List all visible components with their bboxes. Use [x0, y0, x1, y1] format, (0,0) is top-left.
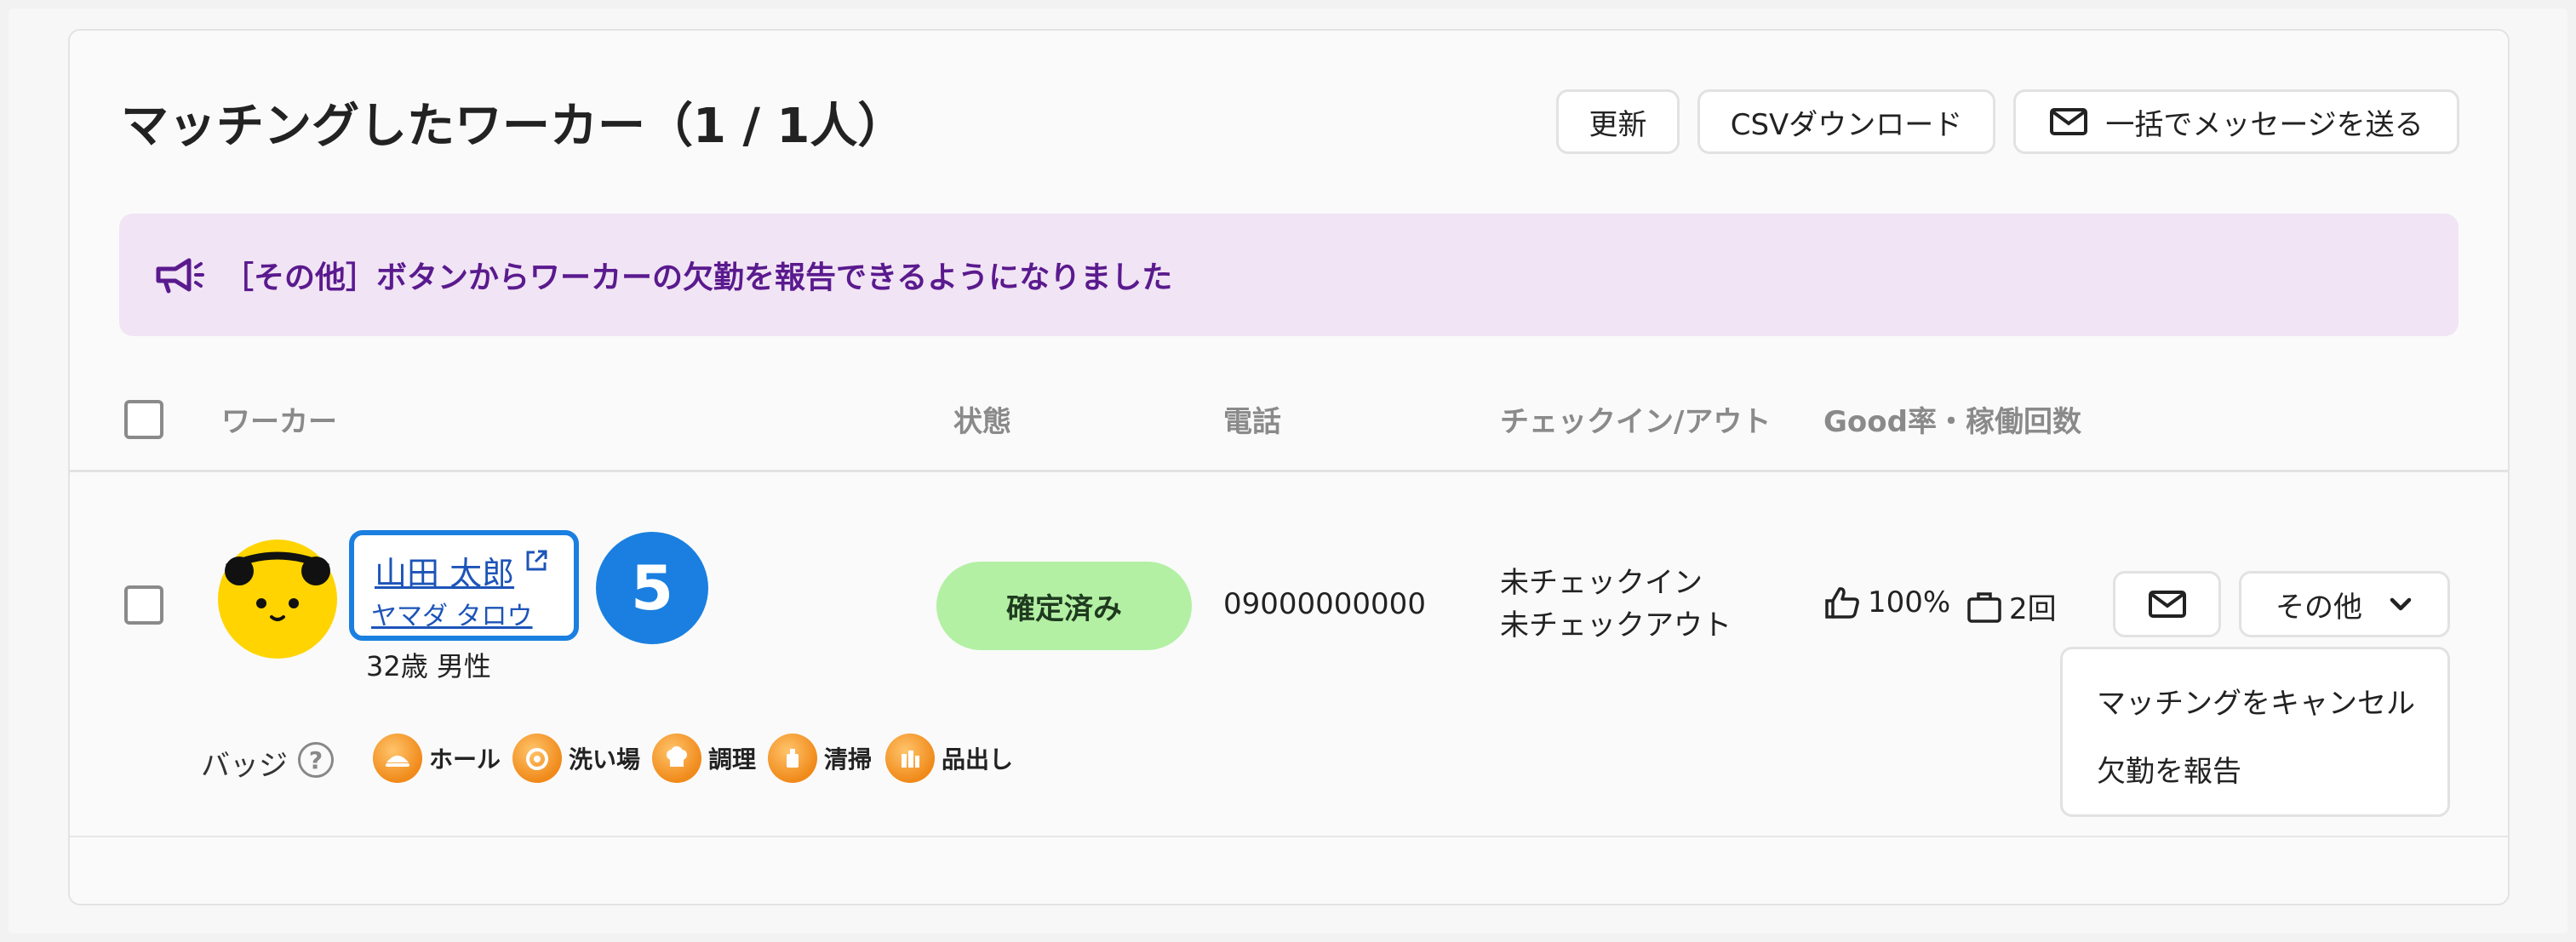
- thumbs-up-icon: [1825, 587, 1859, 619]
- badge-dishwashing: 洗い場: [512, 734, 640, 783]
- mail-icon: [2050, 108, 2088, 135]
- badge-name: 清掃: [824, 745, 873, 774]
- chevron-down-icon: [2390, 597, 2412, 611]
- worker-age-sex: 32歳 男性: [366, 650, 491, 682]
- column-header-phone: 電話: [1223, 405, 1281, 439]
- refresh-button-label: 更新: [1589, 107, 1647, 142]
- other-menu-button[interactable]: その他: [2239, 571, 2450, 637]
- worker-phone: 09000000000: [1223, 587, 1426, 621]
- bulk-message-label: 一括でメッセージを送る: [2105, 107, 2424, 142]
- checkin-status: 未チェックイン: [1500, 566, 1703, 600]
- badge-hall: ホール: [373, 734, 501, 783]
- stocking-icon: [885, 734, 935, 783]
- banner-text: ［その他］ボタンからワーカーの欠勤を報告できるようになりました: [223, 260, 1173, 295]
- other-menu-label: その他: [2275, 590, 2362, 625]
- column-header-status: 状態: [953, 405, 1011, 439]
- badge-label: バッジ: [201, 749, 288, 783]
- good-rate: 100%: [1823, 585, 1950, 619]
- csv-download-label: CSVダウンロード: [1730, 107, 1963, 142]
- announcement-banner: ［その他］ボタンからワーカーの欠勤を報告できるようになりました: [119, 214, 2459, 336]
- work-count-value: 2回: [2009, 592, 2057, 626]
- checkout-status: 未チェックアウト: [1500, 608, 1732, 642]
- column-header-good-rate: Good率・稼働回数: [1823, 405, 2081, 439]
- menu-item-cancel-matching[interactable]: マッチングをキャンセル: [2097, 680, 2415, 722]
- refresh-button[interactable]: 更新: [1556, 89, 1680, 154]
- external-link-icon: [526, 550, 547, 571]
- status-badge: 確定済み: [936, 562, 1192, 650]
- help-icon[interactable]: ?: [298, 742, 334, 778]
- select-all-checkbox[interactable]: [124, 400, 163, 439]
- badge-name: 洗い場: [569, 745, 641, 774]
- briefcase-icon: [1967, 591, 2001, 623]
- badge-name: ホール: [429, 745, 501, 774]
- megaphone-icon: [156, 258, 204, 294]
- avatar: [218, 540, 337, 659]
- worker-name-link[interactable]: 山田 太郎: [375, 547, 514, 594]
- worker-kana-link[interactable]: ヤマダ タロウ: [371, 595, 533, 632]
- column-header-checkinout: チェックイン/アウト: [1500, 405, 1772, 439]
- good-rate-value: 100%: [1868, 585, 1951, 619]
- checkinout-status: 未チェックイン 未チェックアウト: [1500, 562, 1732, 647]
- hall-icon: [373, 734, 422, 783]
- other-dropdown-menu: マッチングをキャンセル 欠勤を報告: [2060, 647, 2450, 817]
- chef-hat-icon: [652, 734, 701, 783]
- row-checkbox[interactable]: [124, 585, 163, 625]
- header-divider: [70, 470, 2508, 472]
- bulk-message-button[interactable]: 一括でメッセージを送る: [2013, 89, 2459, 154]
- step-marker: 5: [596, 532, 708, 644]
- page-title: マッチングしたワーカー（1 / 1人）: [121, 99, 906, 154]
- badge-name: 品出し: [942, 745, 1014, 774]
- badge-cleaning: 清掃: [768, 734, 872, 783]
- message-worker-button[interactable]: [2113, 571, 2221, 637]
- column-header-worker: ワーカー: [221, 405, 337, 439]
- cleaning-icon: [768, 734, 817, 783]
- csv-download-button[interactable]: CSVダウンロード: [1697, 89, 1995, 154]
- badge-cooking: 調理: [652, 734, 756, 783]
- mail-icon: [2148, 591, 2186, 618]
- work-count: 2回: [1966, 585, 2057, 627]
- menu-item-report-absence[interactable]: 欠勤を報告: [2097, 748, 2241, 790]
- dishwashing-icon: [512, 734, 562, 783]
- badge-name: 調理: [708, 745, 757, 774]
- row-divider: [70, 836, 2508, 837]
- badge-stocking: 品出し: [885, 734, 1013, 783]
- worker-name-box[interactable]: 山田 太郎 ヤマダ タロウ: [349, 530, 579, 641]
